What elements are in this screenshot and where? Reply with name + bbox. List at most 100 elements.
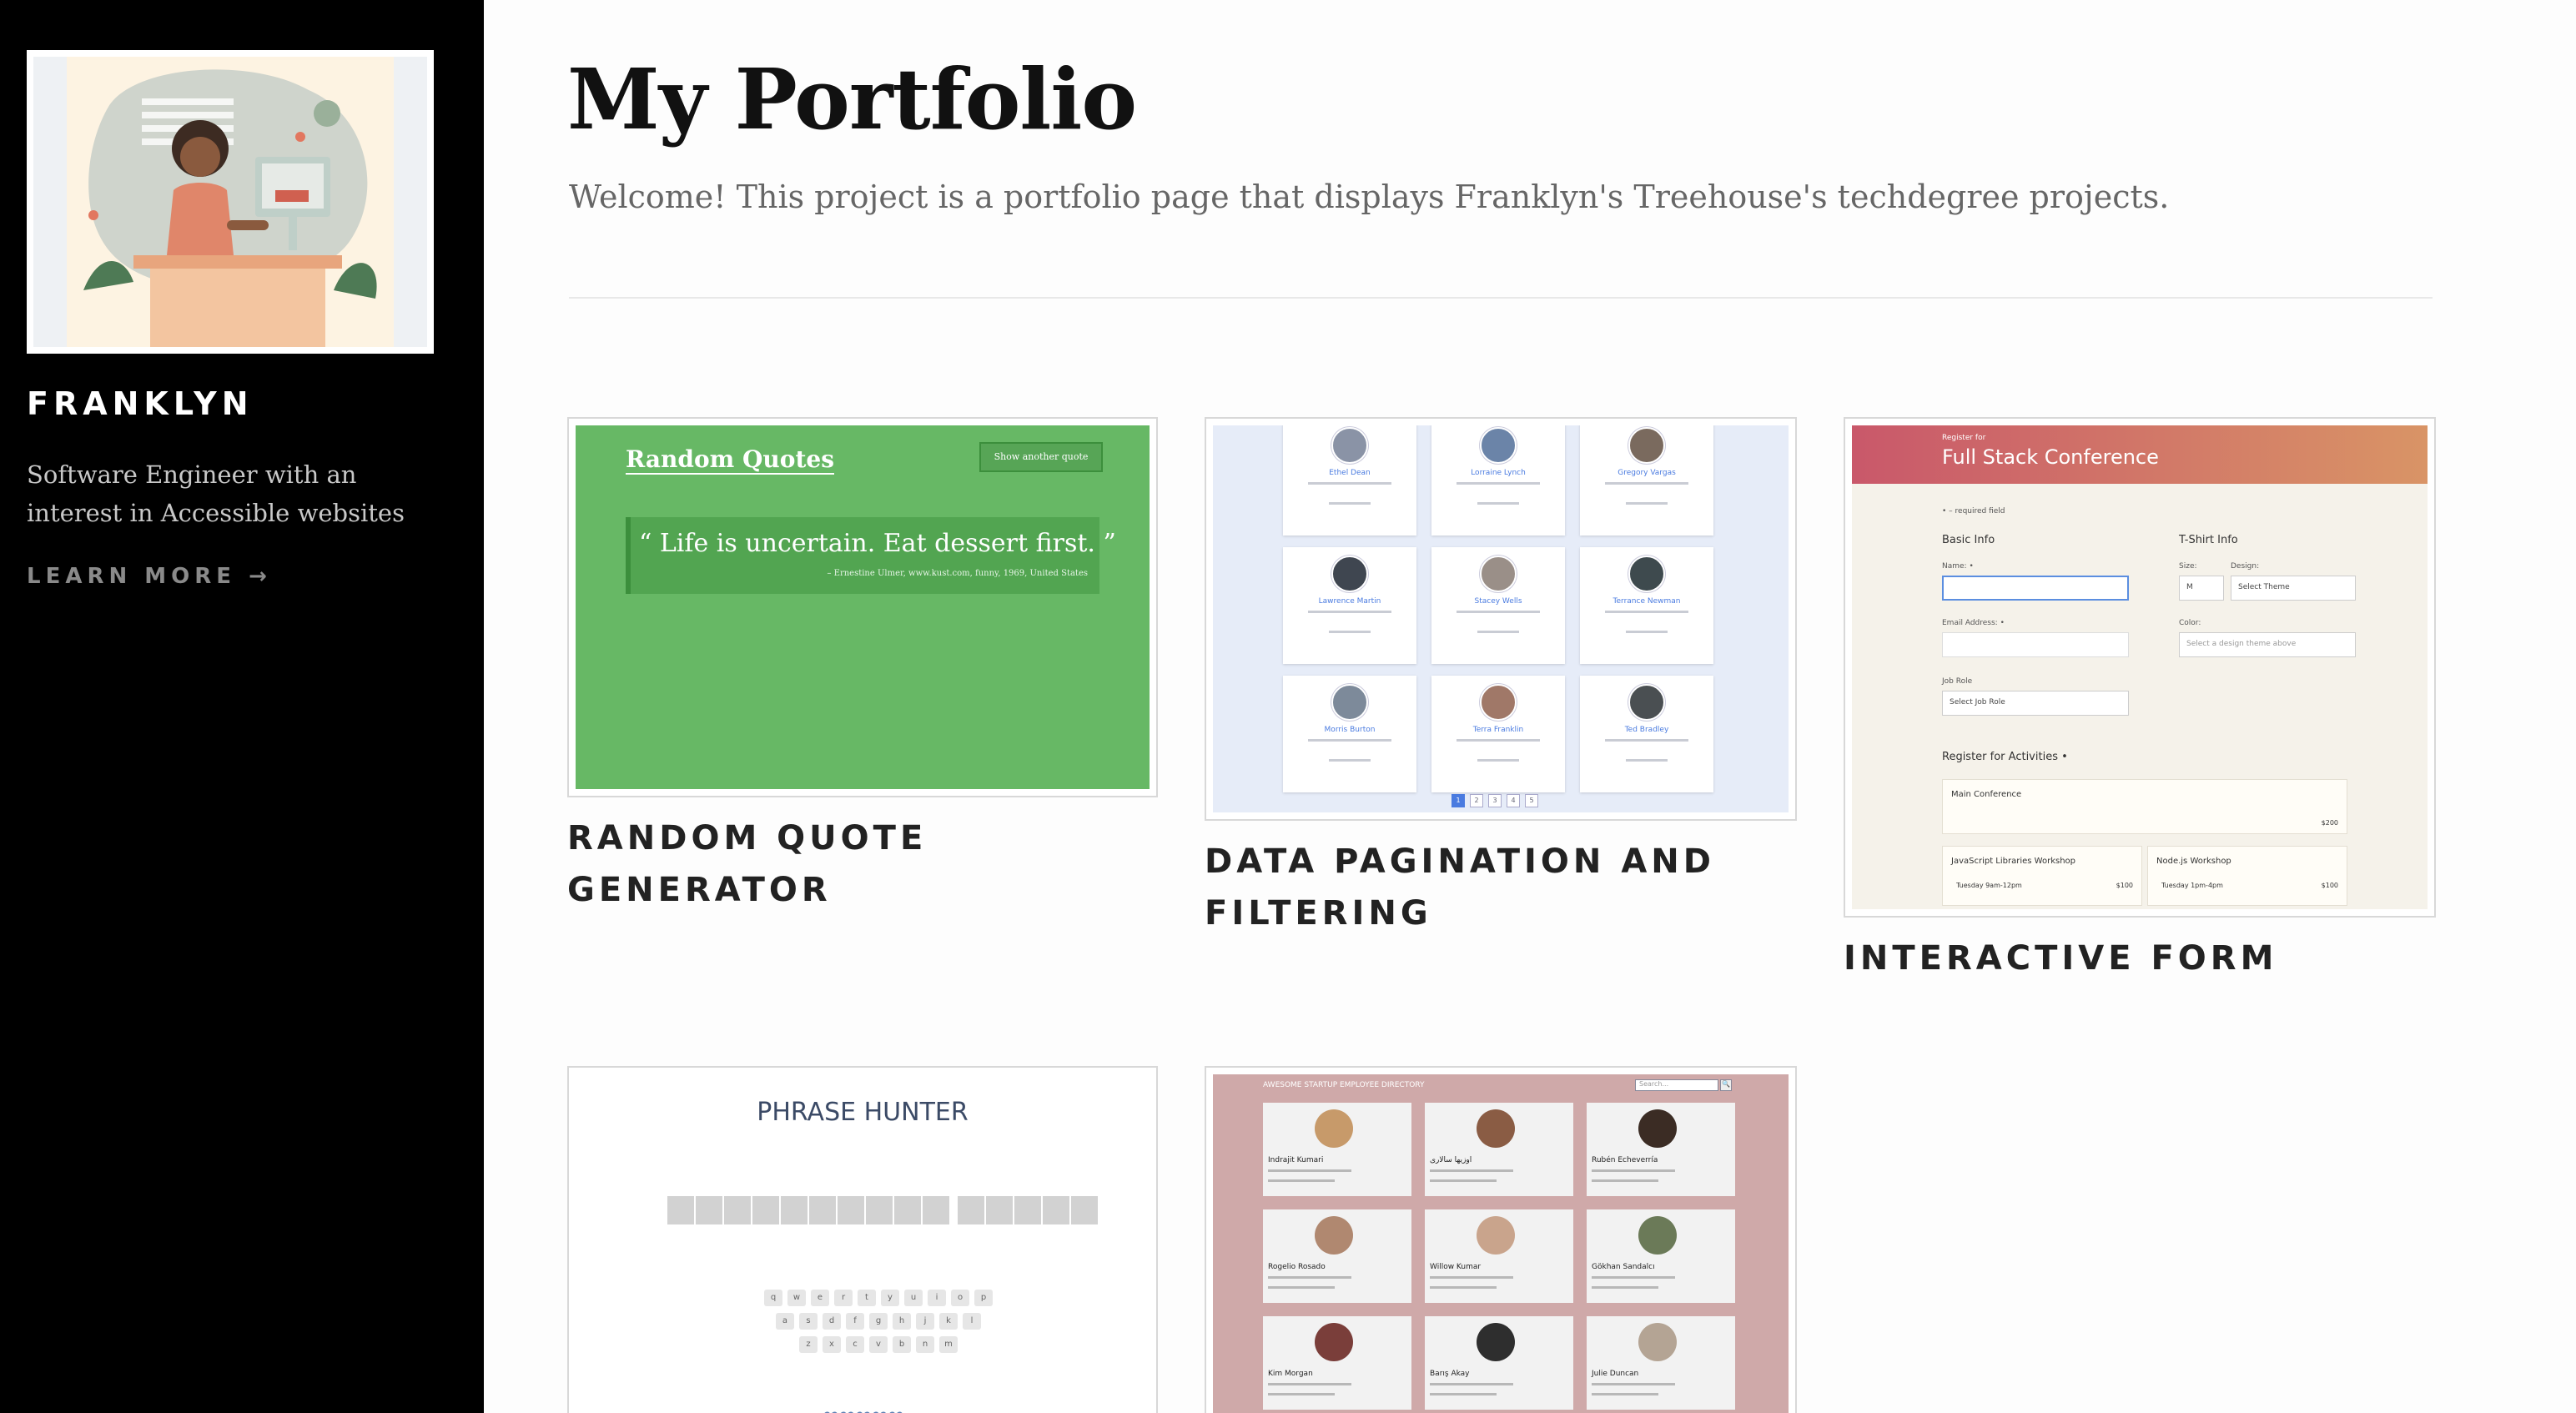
student-email-line — [1605, 611, 1688, 613]
student-avatar — [1480, 556, 1517, 592]
student-date-line — [1626, 502, 1668, 505]
phrase-letter-tile — [1071, 1196, 1098, 1224]
learn-more-link[interactable]: LEARN MORE → — [27, 564, 272, 589]
project-card-random-quote[interactable]: Random Quotes Show another quote “ Life … — [567, 417, 1158, 916]
student-email-line — [1308, 739, 1391, 742]
phrase-letter-tile — [986, 1196, 1013, 1224]
project-card-phrase-hunter[interactable]: PHRASE HUNTER qwertyuiop asdfghjkl zxcvbnm… — [567, 1066, 1158, 1413]
keyboard-key: b — [893, 1336, 911, 1353]
project-card-pagination[interactable]: Ethel Dean Lorraine Lynch Gregory Vargas… — [1205, 417, 1797, 939]
student-name: Morris Burton — [1324, 726, 1376, 734]
keyboard-key: i — [928, 1290, 946, 1306]
form-thumb-design-label: Design: — [2231, 562, 2260, 571]
student-email-line — [1605, 739, 1688, 742]
employee-avatar — [1477, 1109, 1515, 1148]
employee-email-line — [1430, 1276, 1513, 1279]
quote-thumb-button: Show another quote — [979, 442, 1103, 472]
employee-name: اوزیها سالاری — [1430, 1156, 1472, 1164]
activity-price: $100 — [2321, 882, 2338, 889]
project-thumbnail[interactable]: Random Quotes Show another quote “ Life … — [567, 417, 1158, 797]
student-name: Gregory Vargas — [1618, 469, 1676, 477]
form-thumb-size-select: M — [2179, 576, 2224, 601]
project-thumbnail[interactable]: Register for Full Stack Conference • – r… — [1844, 417, 2436, 918]
employee-city-line — [1430, 1179, 1497, 1182]
profile-name: FRANKLYN — [27, 385, 254, 422]
student-date-line — [1477, 759, 1519, 762]
employee-name: Kim Morgan — [1268, 1370, 1313, 1378]
page-subtitle: Welcome! This project is a portfolio pag… — [569, 179, 2170, 215]
quote-thumb-citation: – Ernestine Ulmer, www.kust.com, funny, … — [827, 569, 1088, 578]
project-title[interactable]: DATA PAGINATION AND FILTERING — [1205, 836, 1797, 939]
keyboard-key: e — [811, 1290, 829, 1306]
keyboard-key: w — [787, 1290, 806, 1306]
student-card: Lorraine Lynch — [1431, 425, 1565, 536]
project-thumbnail[interactable]: Ethel Dean Lorraine Lynch Gregory Vargas… — [1205, 417, 1797, 821]
employee-name: Barış Akay — [1430, 1370, 1470, 1378]
quote-thumb-heading: Random Quotes — [626, 445, 834, 475]
employee-avatar — [1477, 1216, 1515, 1255]
employee-name: Rubén Echeverría — [1592, 1156, 1658, 1164]
student-name: Ethel Dean — [1329, 469, 1371, 477]
phrase-letter-tile — [838, 1196, 864, 1224]
form-thumb-bg: Register for Full Stack Conference • – r… — [1852, 425, 2428, 909]
phrase-letter-tile — [724, 1196, 751, 1224]
page-button: 4 — [1507, 794, 1520, 807]
project-title[interactable]: RANDOM QUOTE GENERATOR — [567, 812, 1158, 916]
employee-avatar — [1315, 1216, 1353, 1255]
activity-name: Node.js Workshop — [2156, 857, 2231, 866]
form-thumb-header: Register for Full Stack Conference — [1852, 425, 2428, 484]
student-card: Terra Franklin — [1431, 676, 1565, 792]
keyboard-key: h — [893, 1313, 911, 1330]
student-name: Ted Bradley — [1624, 726, 1669, 734]
student-date-line — [1329, 631, 1371, 633]
student-date-line — [1477, 631, 1519, 633]
page-button: 1 — [1452, 794, 1465, 807]
profile-bio: Software Engineer with an interest in Ac… — [27, 460, 405, 527]
keyboard-key: d — [823, 1313, 841, 1330]
page-title: My Portfolio — [567, 50, 1137, 148]
employee-name: Willow Kumar — [1430, 1263, 1482, 1271]
form-thumb-activities-label: Register for Activities • — [1942, 751, 2068, 763]
keyboard-key: r — [834, 1290, 853, 1306]
directory-thumb-search-input: Search... — [1635, 1079, 1718, 1091]
form-thumb-job-role-label: Job Role — [1942, 677, 1973, 686]
phrase-letter-tile — [866, 1196, 893, 1224]
keyboard-key: f — [846, 1313, 864, 1330]
phrase-letter-tile — [696, 1196, 722, 1224]
form-thumb-activity-node: Node.js Workshop Tuesday 1pm-4pm $100 — [2147, 846, 2347, 906]
header-divider — [569, 297, 2433, 299]
employee-email-line — [1268, 1169, 1351, 1172]
project-thumbnail[interactable]: PHRASE HUNTER qwertyuiop asdfghjkl zxcvbnm… — [567, 1066, 1158, 1413]
keyboard-key: c — [846, 1336, 864, 1353]
form-thumb-tshirt-info: T-Shirt Info — [2179, 534, 2238, 546]
phrase-thumb-hearts: ♥♥♥♥♥ — [576, 1408, 1150, 1413]
student-avatar — [1331, 427, 1368, 464]
employee-name: Julie Duncan — [1592, 1370, 1639, 1378]
employee-city-line — [1592, 1179, 1658, 1182]
employee-name: Indrajit Kumari — [1268, 1156, 1324, 1164]
student-date-line — [1626, 631, 1668, 633]
student-name: Stacey Wells — [1474, 597, 1522, 606]
keyboard-key: z — [799, 1336, 818, 1353]
phrase-letter-tile — [809, 1196, 836, 1224]
student-name: Terrance Newman — [1613, 597, 1681, 606]
student-avatar — [1480, 427, 1517, 464]
form-thumb-basic-info: Basic Info — [1942, 534, 1995, 546]
project-thumbnail[interactable]: AWESOME STARTUP EMPLOYEE DIRECTORY Searc… — [1205, 1066, 1797, 1413]
project-card-interactive-form[interactable]: Register for Full Stack Conference • – r… — [1844, 417, 2436, 984]
employee-card: اوزیها سالاری — [1425, 1103, 1573, 1196]
employee-city-line — [1592, 1393, 1658, 1395]
student-card: Gregory Vargas — [1580, 425, 1713, 536]
employee-email-line — [1592, 1169, 1675, 1172]
project-title[interactable]: INTERACTIVE FORM — [1844, 933, 2436, 984]
keyboard-key: n — [916, 1336, 934, 1353]
employee-email-line — [1430, 1169, 1513, 1172]
student-avatar — [1331, 684, 1368, 721]
form-thumb-job-role-select: Select Job Role — [1942, 691, 2129, 716]
employee-city-line — [1268, 1286, 1335, 1289]
student-date-line — [1477, 502, 1519, 505]
project-card-employee-directory[interactable]: AWESOME STARTUP EMPLOYEE DIRECTORY Searc… — [1205, 1066, 1797, 1413]
pagination-buttons: 1 2 3 4 5 — [1452, 794, 1538, 807]
student-card: Ted Bradley — [1580, 676, 1713, 792]
student-avatar — [1628, 427, 1665, 464]
